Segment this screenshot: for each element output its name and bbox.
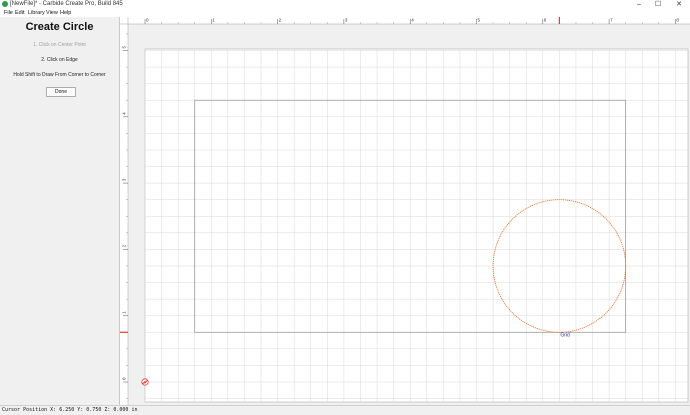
step-edge: 2. Click on Edge — [41, 57, 78, 63]
shift-hint: Hold Shift to Draw From Corner to Corner — [13, 72, 106, 78]
title-bar: [NewFile]* - Carbide Create Pro, Build 8… — [0, 0, 690, 9]
tool-panel: Create Circle 1. Click on Center Point 2… — [0, 17, 120, 405]
panel-title: Create Circle — [25, 21, 94, 33]
menu-view[interactable]: View — [46, 9, 58, 17]
snap-grid-label: Grid — [560, 332, 570, 338]
maximize-icon[interactable]: ☐ — [651, 0, 665, 9]
left-ruler — [120, 17, 128, 405]
menu-help[interactable]: Help — [60, 9, 71, 17]
origin-icon — [141, 378, 149, 386]
done-button[interactable]: Done — [46, 87, 76, 97]
carbide-create-icon — [2, 1, 8, 7]
menu-file[interactable]: File — [4, 9, 13, 17]
step-center-point: 1. Click on Center Point — [33, 42, 86, 48]
menu-library[interactable]: Library — [28, 9, 45, 17]
top-ruler — [120, 17, 690, 24]
menu-edit[interactable]: Edit — [15, 9, 24, 17]
close-icon[interactable]: ✕ — [672, 0, 686, 9]
minimize-icon[interactable]: – — [632, 0, 646, 9]
design-canvas[interactable]: 012345678012345 Grid — [120, 17, 690, 405]
window-title: [NewFile]* - Carbide Create Pro, Build 8… — [10, 1, 123, 7]
canvas-svg[interactable]: 0 1 2 3 4 5 6 7 8012345 Grid — [120, 17, 690, 405]
menu-bar: File Edit Library View Help — [0, 9, 690, 17]
